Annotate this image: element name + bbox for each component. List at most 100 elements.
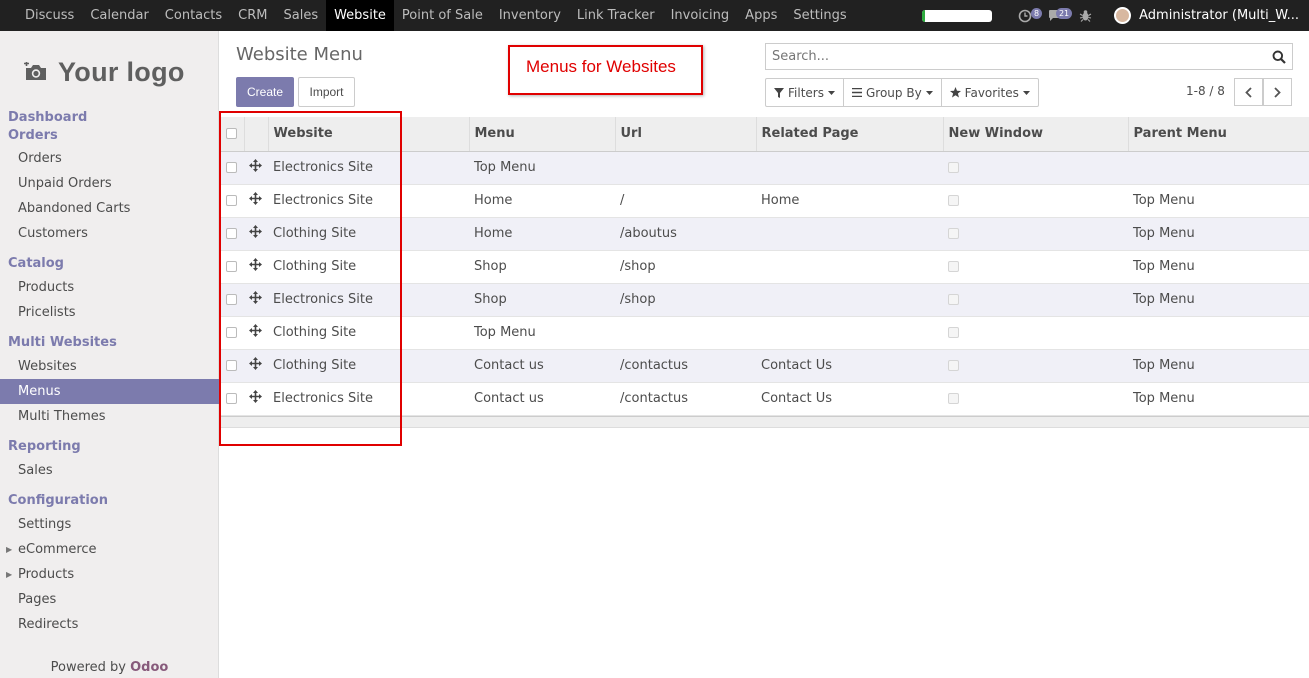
list-view: Website Menu Url Related Page New Window Pare… [220, 117, 1309, 428]
sidebar-item-unpaid-orders[interactable]: Unpaid Orders [0, 171, 219, 196]
column-header-related-page[interactable]: Related Page [756, 117, 944, 152]
drag-handle-icon[interactable] [249, 258, 262, 275]
cell-related-page [756, 316, 943, 350]
caret-down-icon [827, 90, 835, 95]
top-menu-sales[interactable]: Sales [275, 0, 326, 31]
sidebar-section-reporting[interactable]: Reporting [8, 439, 81, 454]
cell-parent-menu: Top Menu [1128, 382, 1309, 416]
row-checkbox[interactable] [226, 195, 237, 206]
row-select-cell [220, 349, 244, 383]
new-window-checkbox [948, 327, 959, 338]
top-menu-inventory[interactable]: Inventory [491, 0, 569, 31]
row-checkbox[interactable] [226, 228, 237, 239]
sidebar-item-redirects[interactable]: Redirects [0, 612, 219, 637]
sidebar-item-settings[interactable]: Settings [0, 512, 219, 537]
drag-handle-icon[interactable] [249, 390, 262, 407]
column-header-url[interactable]: Url [615, 117, 757, 152]
user-avatar[interactable] [1114, 7, 1132, 24]
sidebar-item-products[interactable]: ▶ Products [0, 562, 219, 587]
messages-icon[interactable]: 21 [1044, 7, 1073, 25]
row-checkbox[interactable] [226, 162, 237, 173]
cell-related-page: Home [756, 184, 943, 218]
column-header-parent-menu[interactable]: Parent Menu [1128, 117, 1309, 152]
column-header-new-window[interactable]: New Window [943, 117, 1129, 152]
drag-handle-icon[interactable] [249, 291, 262, 308]
sidebar-item-menus[interactable]: Menus [0, 379, 219, 404]
drag-handle-icon[interactable] [249, 357, 262, 374]
company-logo[interactable]: Your logo [24, 51, 199, 93]
top-menu-link-tracker[interactable]: Link Tracker [569, 0, 663, 31]
sidebar-item-multi-themes[interactable]: Multi Themes [0, 404, 219, 429]
top-menu-calendar[interactable]: Calendar [82, 0, 156, 31]
sidebar-section-catalog[interactable]: Catalog [8, 256, 64, 271]
groupby-button[interactable]: Group By [844, 79, 942, 106]
row-select-cell [220, 250, 244, 284]
drag-handle-icon[interactable] [249, 324, 262, 341]
sidebar-item-abandoned-carts[interactable]: Abandoned Carts [0, 196, 219, 221]
cell-menu: Home [469, 184, 615, 218]
sidebar-item-ecommerce[interactable]: ▶ eCommerce [0, 537, 219, 562]
drag-handle-icon[interactable] [249, 192, 262, 209]
table-row[interactable]: Clothing Site Contact us/contactus Contact… [220, 349, 1309, 383]
table-row[interactable]: Electronics Site Shop/shop Top Menu [220, 283, 1309, 317]
sidebar-section-multi-websites[interactable]: Multi Websites [8, 335, 117, 350]
row-checkbox[interactable] [226, 360, 237, 371]
cell-website: Electronics Site [268, 151, 469, 185]
table-row[interactable]: Electronics Site Contact us/contactus Cont… [220, 382, 1309, 416]
new-window-checkbox [948, 228, 959, 239]
pager-value[interactable]: 1-8 / 8 [1186, 84, 1225, 98]
row-checkbox[interactable] [226, 393, 237, 404]
search-icon[interactable] [1272, 50, 1286, 64]
sidebar-item-customers[interactable]: Customers [0, 221, 219, 246]
powered-by-brand[interactable]: Odoo [130, 660, 168, 675]
table-row[interactable]: Clothing Site Home/aboutus Top Menu [220, 217, 1309, 251]
favorites-button[interactable]: Favorites [942, 79, 1038, 106]
top-menu-invoicing[interactable]: Invoicing [663, 0, 738, 31]
sidebar-item-pages[interactable]: Pages [0, 587, 219, 612]
filters-button[interactable]: Filters [766, 79, 844, 106]
row-checkbox[interactable] [226, 261, 237, 272]
caret-right-icon: ▶ [6, 545, 13, 554]
create-button[interactable]: Create [236, 77, 294, 107]
column-header-website[interactable]: Website [268, 117, 470, 152]
top-menu-apps[interactable]: Apps [737, 0, 785, 31]
table-row[interactable]: Clothing Site Top Menu [220, 316, 1309, 350]
table-row[interactable]: Clothing Site Shop/shop Top Menu [220, 250, 1309, 284]
pager-previous-button[interactable] [1234, 78, 1263, 106]
row-handle-cell [244, 382, 268, 416]
user-menu[interactable]: Administrator (Multi_W... [1139, 8, 1299, 23]
drag-handle-icon[interactable] [249, 225, 262, 242]
cell-website: Clothing Site [268, 316, 469, 350]
sidebar-section-configuration[interactable]: Configuration [8, 493, 108, 508]
sidebar-item-products[interactable]: Products [0, 275, 219, 300]
sidebar-item-pricelists[interactable]: Pricelists [0, 300, 219, 325]
top-menu-point-of-sale[interactable]: Point of Sale [394, 0, 491, 31]
drag-handle-icon[interactable] [249, 159, 262, 176]
onboarding-progress-bar[interactable] [922, 9, 993, 22]
cell-website: Electronics Site [268, 184, 469, 218]
row-checkbox[interactable] [226, 327, 237, 338]
table-row[interactable]: Electronics Site Top Menu [220, 151, 1309, 185]
pager-next-button[interactable] [1263, 78, 1292, 106]
top-menu-crm[interactable]: CRM [230, 0, 275, 31]
search-input[interactable] [766, 44, 1256, 69]
sidebar-item-websites[interactable]: Websites [0, 354, 219, 379]
top-menu-website[interactable]: Website [326, 0, 394, 31]
row-select-cell [220, 184, 244, 218]
select-all-checkbox[interactable] [226, 128, 237, 140]
top-menu-discuss[interactable]: Discuss [17, 0, 82, 31]
cell-new-window [943, 184, 1128, 218]
row-handle-cell [244, 250, 268, 284]
table-row[interactable]: Electronics Site Home / Home Top Menu [220, 184, 1309, 218]
top-menu-settings[interactable]: Settings [785, 0, 854, 31]
row-checkbox[interactable] [226, 294, 237, 305]
cell-website: Clothing Site [268, 349, 469, 383]
sidebar-item-sales[interactable]: Sales [0, 458, 219, 483]
activity-icon[interactable]: 8 [1014, 7, 1043, 25]
debug-bug-icon[interactable] [1074, 7, 1096, 25]
top-menu-contacts[interactable]: Contacts [157, 0, 230, 31]
import-button[interactable]: Import [298, 77, 355, 107]
column-header-menu[interactable]: Menu [469, 117, 616, 152]
sidebar-item-orders[interactable]: Orders [0, 146, 219, 171]
sidebar-section-dashboard-orders[interactable]: Dashboard Orders [8, 109, 88, 145]
